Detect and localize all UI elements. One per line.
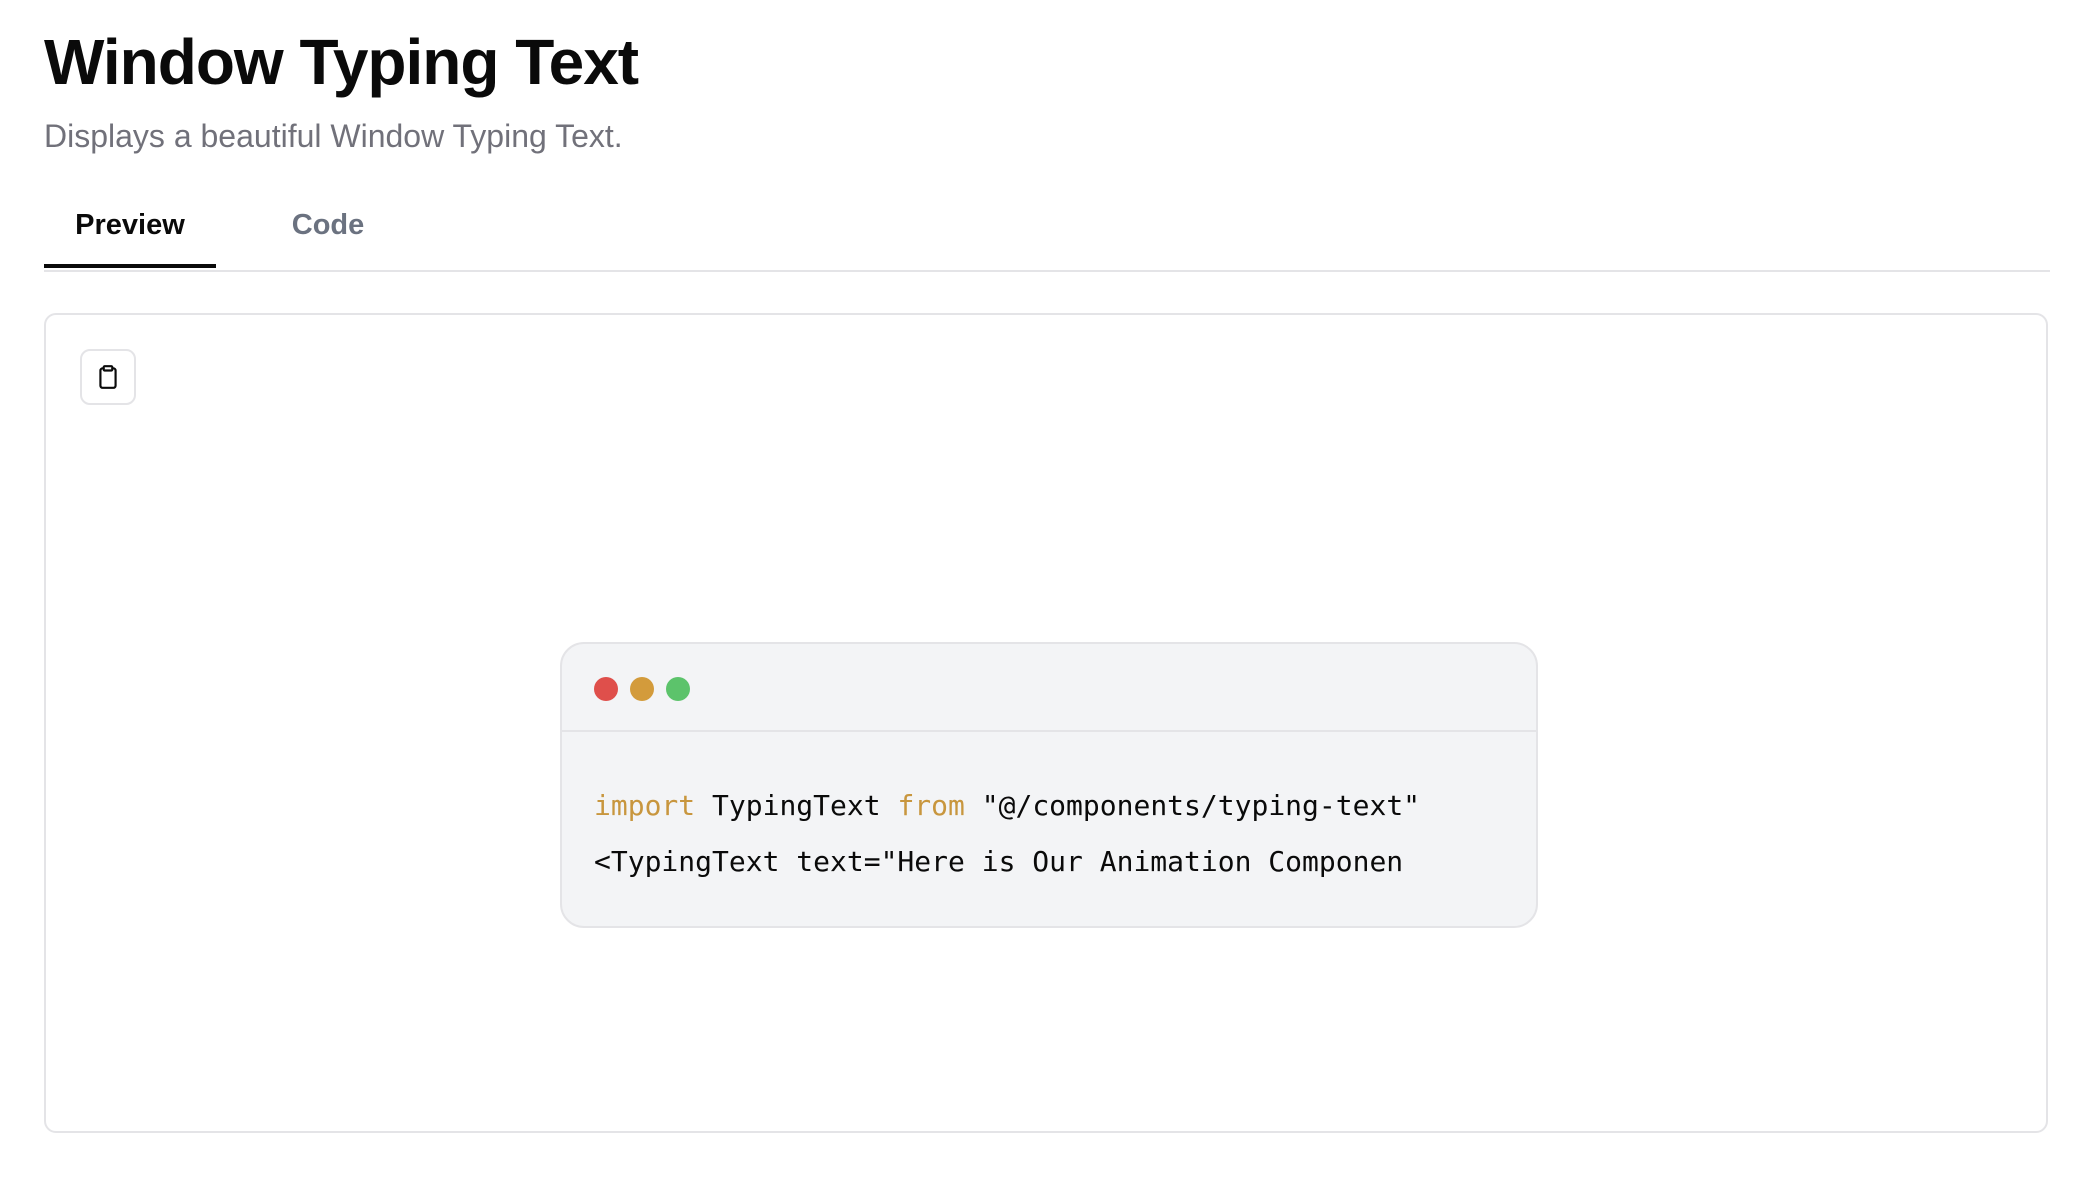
keyword-from: from [897,789,965,822]
import-path: "@/components/typing-text" [964,789,1421,822]
page-subtitle: Displays a beautiful Window Typing Text. [44,118,623,154]
keyword-import: import [594,789,696,822]
window-close-dot [594,677,618,701]
code-line-1: import TypingText from "@/components/typ… [594,778,1420,834]
page-title: Window Typing Text [44,26,639,98]
tab-bar: Preview Code [44,196,2050,272]
code-block: import TypingText from "@/components/typ… [594,778,1420,890]
tab-preview[interactable]: Preview [44,196,216,268]
clipboard-icon [99,365,117,389]
import-name: TypingText [695,789,898,822]
preview-panel: import TypingText from "@/components/typ… [44,313,2048,1133]
code-window: import TypingText from "@/components/typ… [560,642,1538,928]
code-line-2: <TypingText text="Here is Our Animation … [594,845,1404,878]
copy-button[interactable] [80,349,136,405]
page: Window Typing Text Displays a beautiful … [44,0,2050,1188]
window-maximize-dot [666,677,690,701]
window-titlebar [562,644,1536,732]
window-minimize-dot [630,677,654,701]
tab-code[interactable]: Code [248,196,408,266]
